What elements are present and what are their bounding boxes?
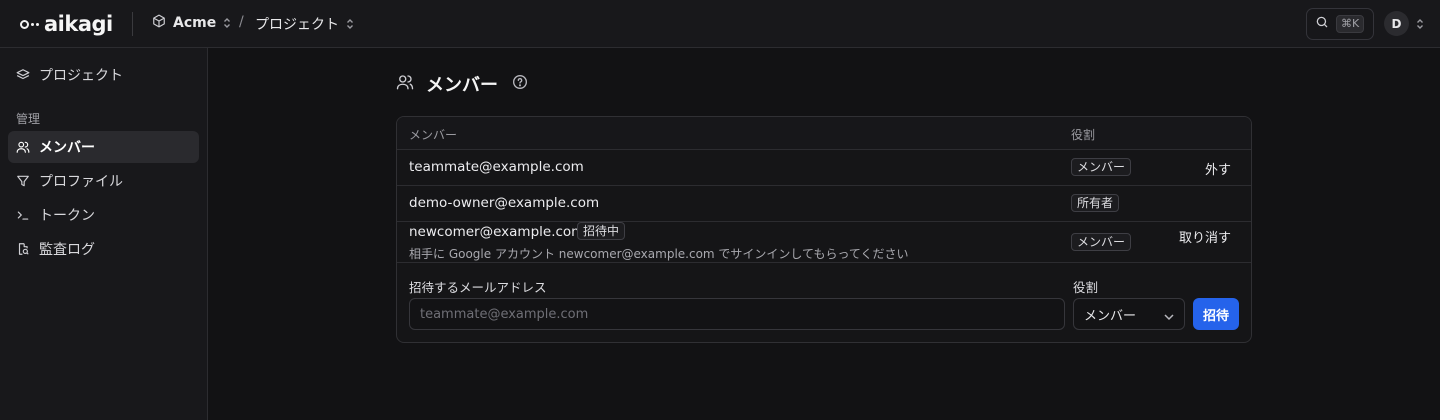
search-icon	[1315, 15, 1329, 33]
users-icon	[16, 140, 30, 154]
chevron-updown-icon	[1416, 18, 1424, 30]
sidebar-item-label: プロファイル	[39, 174, 123, 190]
brand-name: aikagi	[44, 12, 113, 36]
terminal-icon	[16, 208, 30, 222]
invite-note: 相手に Google アカウント newcomer@example.com でサ…	[409, 247, 909, 261]
invite-role-select[interactable]: メンバー	[1073, 298, 1185, 330]
sidebar-item-label: メンバー	[39, 140, 95, 156]
search-shortcut: ⌘K	[1336, 15, 1365, 33]
invite-button[interactable]: 招待	[1193, 298, 1239, 330]
role-badge: 所有者	[1071, 194, 1120, 212]
sidebar-section-label: 管理	[16, 112, 41, 126]
project-switcher[interactable]: プロジェクト	[255, 14, 354, 34]
invite-email-label: 招待するメールアドレス	[409, 280, 547, 295]
top-bar: aikagi Acme / プロジェクト ⌘K D	[0, 0, 1440, 48]
member-email: newcomer@example.com	[409, 224, 585, 240]
help-icon[interactable]	[512, 74, 528, 94]
sidebar-item-audit-log[interactable]: 監査ログ	[8, 233, 199, 265]
invite-role-value: メンバー	[1084, 308, 1137, 324]
revoke-invite-button[interactable]: 取り消す	[1179, 227, 1231, 246]
search-button[interactable]: ⌘K	[1306, 8, 1374, 40]
brand-logo[interactable]: aikagi	[20, 11, 113, 37]
layers-icon	[16, 68, 30, 82]
members-card: メンバー 役割 teammate@example.com メンバー 外す dem…	[396, 116, 1252, 343]
page-header: メンバー	[396, 72, 528, 96]
table-header: メンバー 役割	[397, 117, 1251, 150]
table-row: demo-owner@example.com 所有者	[397, 186, 1251, 222]
sidebar-item-profiles[interactable]: プロファイル	[8, 165, 199, 197]
sidebar-item-label: トークン	[39, 208, 95, 224]
sidebar: プロジェクト 管理 メンバー プロファイル トークン 監査ログ	[0, 48, 208, 420]
org-switcher[interactable]: Acme	[152, 14, 231, 32]
chevron-updown-icon	[346, 18, 354, 30]
user-menu[interactable]: D	[1384, 11, 1424, 36]
sidebar-item-label: プロジェクト	[39, 68, 123, 84]
status-badge: 招待中	[577, 222, 626, 240]
users-icon	[396, 73, 414, 95]
chevron-down-icon	[1164, 310, 1174, 325]
header-divider	[132, 12, 133, 36]
sidebar-item-projects[interactable]: プロジェクト	[8, 59, 199, 91]
key-logo-icon	[20, 19, 39, 29]
box-icon	[152, 14, 166, 32]
column-header-member: メンバー	[409, 128, 458, 142]
filter-icon	[16, 174, 30, 188]
sidebar-item-members[interactable]: メンバー	[8, 131, 199, 163]
table-row: newcomer@example.com 招待中 相手に Google アカウン…	[397, 222, 1251, 263]
role-badge[interactable]: メンバー	[1071, 233, 1132, 251]
member-email: teammate@example.com	[409, 159, 584, 175]
page-title: メンバー	[426, 75, 498, 96]
invite-email-input[interactable]	[409, 298, 1065, 330]
role-badge[interactable]: メンバー	[1071, 158, 1132, 176]
remove-member-button[interactable]: 外す	[1205, 159, 1231, 178]
sidebar-item-tokens[interactable]: トークン	[8, 199, 199, 231]
audit-icon	[16, 242, 30, 256]
member-email: demo-owner@example.com	[409, 195, 600, 211]
org-name: Acme	[173, 15, 217, 31]
breadcrumb-separator: /	[239, 14, 244, 30]
sidebar-item-label: 監査ログ	[39, 242, 95, 258]
column-header-role: 役割	[1071, 128, 1096, 142]
invite-role-label: 役割	[1073, 280, 1099, 295]
table-row: teammate@example.com メンバー 外す	[397, 150, 1251, 186]
avatar: D	[1384, 11, 1409, 36]
chevron-updown-icon	[223, 17, 231, 29]
project-name: プロジェクト	[255, 17, 339, 33]
